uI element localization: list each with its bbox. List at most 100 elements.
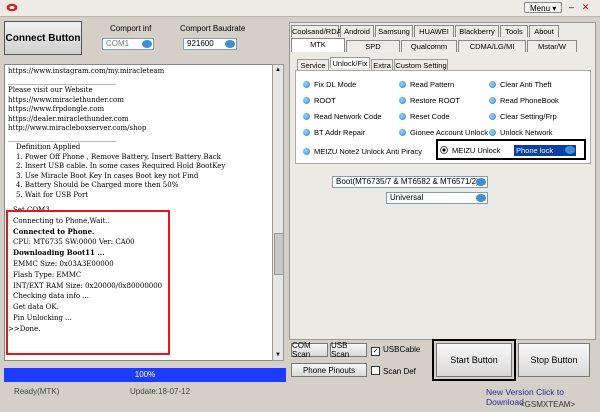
dropdown-arrow-icon	[476, 194, 486, 202]
dropdown-arrow-icon	[142, 40, 152, 48]
scroll-down-icon[interactable]: ▼	[274, 351, 282, 359]
radio-selected-icon	[440, 146, 448, 154]
radio-icon	[399, 97, 406, 104]
tab-mtk[interactable]: MTK	[291, 38, 345, 52]
log-scrollbar[interactable]: ▲ ▼	[272, 64, 284, 361]
scan-def-checkbox[interactable]: Scan Def	[371, 366, 416, 377]
log-line: Definition Applied	[16, 143, 81, 151]
subtab-custom-setting[interactable]: Custom Setting	[394, 59, 448, 70]
log-line: 1. Power Off Phone , Remove Battery, Ins…	[16, 152, 221, 161]
option-label: Read PhoneBook	[500, 96, 559, 105]
usb-scan-button[interactable]: USB Scan	[330, 341, 367, 359]
close-button[interactable]: ✕	[580, 2, 591, 13]
subtab-extra[interactable]: Extra	[371, 59, 393, 70]
option-label: Gionee Account Unlock	[410, 128, 488, 137]
stop-button[interactable]: Stop Button	[518, 343, 590, 377]
checkbox-checked-icon: ✓	[371, 347, 380, 356]
option-read-phonebook[interactable]: Read PhoneBook	[489, 96, 559, 106]
usb-cable-checkbox[interactable]: ✓ USBCable	[371, 345, 420, 356]
option-unlock-network[interactable]: Unlock Network	[489, 128, 553, 138]
tab-qualcomm[interactable]: Qualcomm	[401, 40, 457, 52]
baudrate-label: Comport Baudrate	[180, 24, 246, 33]
tab-blackberry[interactable]: Blackberry	[455, 25, 499, 37]
option-bt-addr-repair[interactable]: BT Addr Repair	[303, 128, 365, 138]
radio-icon	[489, 129, 496, 136]
comport-select[interactable]: COM1	[102, 38, 154, 50]
option-read-pattern[interactable]: Read Pattern	[399, 80, 454, 90]
option-restore-root[interactable]: Restore ROOT	[399, 96, 460, 106]
tab-about[interactable]: About	[529, 25, 559, 37]
option-clear-anti-theft[interactable]: Clear Anti Theft	[489, 80, 552, 90]
radio-icon	[489, 81, 496, 88]
comport-label: Comport inf	[110, 24, 152, 33]
option-label: MEIZU Unlock	[452, 146, 501, 155]
subtab-service[interactable]: Service	[297, 59, 329, 70]
phone-pinouts-button[interactable]: Phone Pinouts	[291, 363, 367, 377]
option-label: ROOT	[314, 96, 336, 105]
subtab-unlock-fix[interactable]: Unlock/Fix	[330, 57, 370, 68]
option-meizu-unlock[interactable]: MEIZU Unlock	[440, 146, 500, 156]
com-scan-button[interactable]: COM Scan	[291, 341, 328, 359]
baudrate-value: 921600	[187, 39, 214, 48]
progress-bar: 100%	[4, 368, 286, 382]
menu-button[interactable]: Menu ▾	[524, 2, 562, 13]
log-line: 3. Use Miracle Boot Key In cases Boot ke…	[16, 171, 199, 180]
radio-icon	[303, 97, 310, 104]
option-clear-setting-frp[interactable]: Clear Setting/Frp	[489, 112, 557, 122]
option-label: Fix DL Mode	[314, 80, 357, 89]
log-line: https://www.miraclethunder.com	[8, 95, 124, 104]
scroll-up-icon[interactable]: ▲	[274, 66, 282, 74]
option-meizu-note2[interactable]: MEIZU Note2 Unlock Anti Piracy	[303, 147, 422, 157]
option-fix-dl-mode[interactable]: Fix DL Mode	[303, 80, 356, 90]
radio-icon	[399, 113, 406, 120]
minimize-button[interactable]: –	[566, 2, 577, 13]
log-line: https://dealer.miraclethunder.com	[8, 114, 129, 123]
progress-text: 100%	[134, 370, 156, 379]
radio-icon	[489, 97, 496, 104]
checkbox-icon	[371, 366, 380, 375]
log-line: https://www.frpdongle.com	[8, 105, 105, 113]
radio-icon	[303, 113, 310, 120]
option-label: Reset Code	[410, 112, 450, 121]
menu-label: Menu	[530, 4, 551, 13]
tab-android[interactable]: Android	[340, 25, 374, 37]
log-line: Please visit our Website	[8, 86, 93, 94]
log-line: https://www.instagram.com/my.miracleteam	[8, 67, 165, 75]
tab-samsung[interactable]: Samsung	[375, 25, 413, 37]
tab-tools[interactable]: Tools	[500, 25, 528, 37]
option-root[interactable]: ROOT	[303, 96, 336, 106]
status-bar: Ready(MTK) Update:18-07-12 New Version C…	[0, 386, 600, 407]
option-label: Restore ROOT	[410, 96, 461, 105]
option-label: Unlock Network	[500, 128, 553, 137]
tab-spd[interactable]: SPD	[346, 40, 400, 52]
option-label: Clear Anti Theft	[500, 80, 552, 89]
mode-select[interactable]: Universal	[386, 192, 488, 204]
mode-value: Universal	[390, 193, 424, 202]
log-line: _______________________________	[8, 133, 117, 142]
tab-huawei[interactable]: HUAWEI	[414, 25, 454, 37]
boot-select[interactable]: Boot(MT6735/7 & MT6582 & MT6571/2)	[332, 176, 488, 188]
radio-icon	[399, 129, 406, 136]
option-reset-code[interactable]: Reset Code	[399, 112, 450, 122]
start-button[interactable]: Start Button	[436, 343, 512, 377]
brand-text: <GSMXTEAM>	[520, 400, 576, 409]
log-highlight-box	[6, 210, 170, 355]
log-line: 2. Insert USB cable. In some cases Requi…	[16, 162, 226, 170]
option-label: BT Addr Repair	[314, 128, 366, 137]
status-ready: Ready(MTK)	[14, 387, 60, 396]
checkbox-label: USBCable	[383, 345, 421, 354]
connect-button[interactable]: Connect Button	[4, 21, 82, 55]
log-line: http://www.miracleboxserver.com/shop	[8, 124, 147, 132]
option-gionee-account-unlock[interactable]: Gionee Account Unlock	[399, 128, 488, 138]
dropdown-arrow-icon	[565, 146, 575, 154]
phone-lock-select[interactable]: Phone lock	[514, 145, 576, 156]
option-read-network-code[interactable]: Read Network Code	[303, 112, 382, 122]
radio-icon	[303, 81, 310, 88]
scroll-thumb[interactable]	[274, 233, 284, 275]
tab-coolsand-rda[interactable]: Coolsand/RDA	[291, 25, 342, 37]
tab-cdma-lg-mi[interactable]: CDMA/LG/MI	[458, 40, 526, 52]
tab-mstar-w[interactable]: Mstar/W	[527, 40, 577, 52]
baudrate-select[interactable]: 921600	[183, 38, 237, 50]
log-line: 4. Battery Should be Charged more then 5…	[16, 181, 179, 189]
option-label: Read Network Code	[314, 112, 382, 121]
